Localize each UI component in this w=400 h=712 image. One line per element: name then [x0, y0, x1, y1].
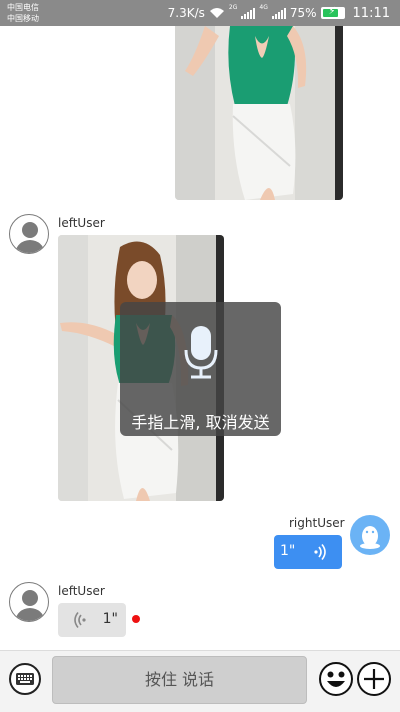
clock: 11:11	[352, 5, 390, 21]
woman-photo-image	[175, 26, 343, 200]
battery-percent: 75%	[289, 6, 317, 20]
right-user-avatar[interactable]	[350, 515, 390, 555]
signal-1-icon	[241, 7, 256, 19]
voice-message-bubble[interactable]: 1"	[58, 603, 126, 637]
status-bar-right: 7.3K/s 2G 4G 75% ⚡ 11:11	[168, 5, 390, 21]
smiley-icon	[319, 662, 353, 696]
recording-overlay: 手指上滑, 取消发送	[120, 302, 281, 436]
voice-wave-icon	[74, 612, 86, 628]
more-options-button[interactable]	[357, 662, 391, 696]
voice-message-bubble[interactable]: 1"	[274, 535, 342, 569]
signal-2-icon	[271, 7, 286, 19]
person-silhouette-icon	[15, 590, 45, 621]
chat-image-message[interactable]	[175, 26, 343, 200]
qq-penguin-icon	[360, 526, 380, 549]
signal-2-type: 4G	[259, 4, 268, 11]
username-label: leftUser	[58, 584, 105, 598]
emoji-button[interactable]	[319, 662, 353, 696]
carrier-2-label: 中国移动	[7, 14, 39, 23]
hold-to-talk-button[interactable]: 按住 说话	[52, 656, 307, 704]
microphone-icon	[184, 326, 218, 379]
keyboard-toggle-button[interactable]	[9, 663, 41, 695]
cancel-hint-text: 手指上滑, 取消发送	[131, 413, 270, 432]
wifi-icon	[209, 8, 224, 18]
left-user-avatar[interactable]	[9, 214, 49, 254]
person-silhouette-icon	[15, 222, 45, 253]
status-bar: 中国电信 中国移动 7.3K/s 2G 4G 75% ⚡ 11:11	[0, 0, 400, 26]
unread-dot	[132, 615, 140, 623]
signal-1-type: 2G	[228, 4, 238, 11]
battery-icon: ⚡	[320, 6, 345, 19]
plus-icon	[364, 669, 384, 689]
carrier-1-label: 中国电信	[7, 3, 39, 12]
voice-duration: 1"	[102, 611, 118, 627]
voice-duration: 1"	[280, 543, 296, 559]
username-label: leftUser	[58, 216, 105, 230]
keyboard-icon	[16, 673, 34, 685]
username-label: rightUser	[289, 516, 345, 530]
left-user-avatar[interactable]	[9, 582, 49, 622]
voice-wave-icon	[314, 544, 326, 560]
net-speed: 7.3K/s	[167, 6, 205, 20]
